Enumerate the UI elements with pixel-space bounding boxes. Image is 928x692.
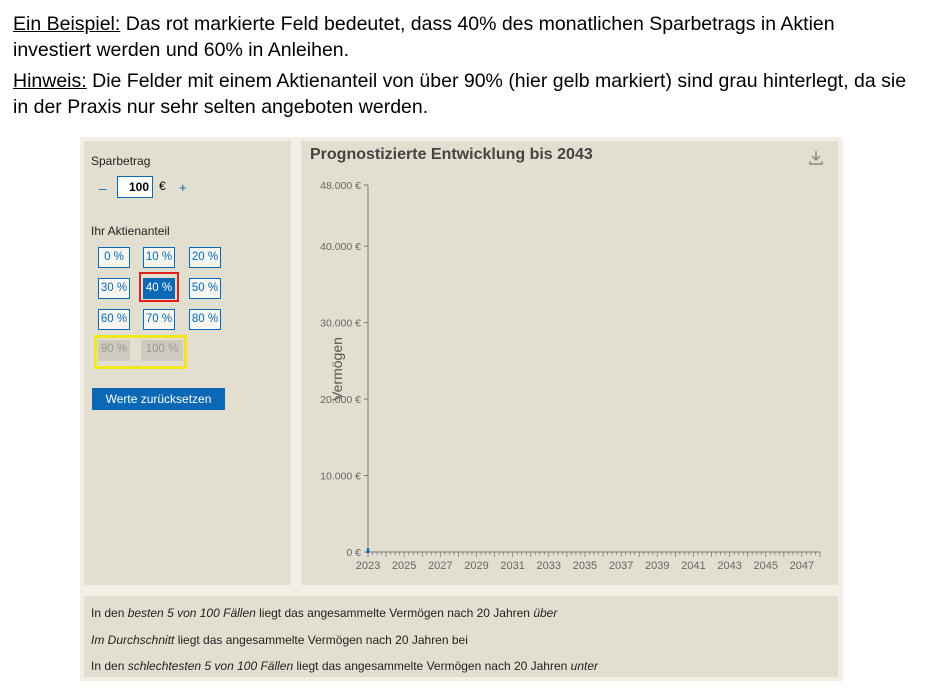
share-button-60[interactable]: 60 % — [98, 309, 130, 330]
example-paragraph: Ein Beispiel: Das rot markierte Feld bed… — [13, 11, 918, 63]
reset-values-button[interactable]: Werte zurücksetzen — [92, 388, 225, 410]
red-highlight-marker — [139, 272, 179, 302]
worst-case-line: In den schlechtesten 5 von 100 Fällen li… — [91, 659, 598, 673]
y-tick-label: 0 € — [346, 547, 361, 559]
result-summary: In den besten 5 von 100 Fällen liegt das… — [84, 596, 838, 677]
best-case-line: In den besten 5 von 100 Fällen liegt das… — [91, 606, 557, 620]
average-case-text-b: liegt das angesammelte Vermögen nach 20 … — [174, 633, 468, 647]
increase-amount-button[interactable]: + — [179, 180, 187, 195]
y-tick-label: 48.000 € — [320, 180, 361, 192]
note-body: Die Felder mit einem Aktienanteil von üb… — [13, 70, 907, 118]
x-tick-label: 2023 — [356, 560, 380, 572]
explanation-text: Ein Beispiel: Das rot markierte Feld bed… — [13, 11, 918, 125]
x-tick-label: 2043 — [717, 560, 741, 572]
forecast-chart: 0 € 10.000 € 20.000 € 30.000 € 40.000 € 48.00… — [320, 180, 821, 572]
best-case-text-b: besten 5 von 100 Fällen — [127, 606, 256, 620]
forecast-chart-panel: Prognostizierte Entwicklung bis 2043 Ver… — [301, 141, 838, 585]
decrease-amount-button[interactable]: – — [99, 181, 106, 196]
average-case-text-a: Im Durchschnitt — [91, 633, 175, 647]
sparbetrag-label: Sparbetrag — [91, 154, 151, 168]
x-tick-label: 2041 — [681, 560, 705, 572]
x-tick-label: 2037 — [609, 560, 633, 572]
x-tick-label: 2035 — [573, 560, 597, 572]
share-button-70[interactable]: 70 % — [143, 309, 175, 330]
x-tick-label: 2029 — [464, 560, 488, 572]
y-tick-label: 40.000 € — [320, 241, 361, 253]
y-tick-label: 30.000 € — [320, 318, 361, 330]
x-tick-label: 2039 — [645, 560, 669, 572]
amount-input[interactable]: 100 — [117, 176, 153, 198]
average-case-line: Im Durchschnitt liegt das angesammelte V… — [91, 633, 468, 647]
y-tick-label: 10.000 € — [320, 471, 361, 483]
aktienanteil-label: Ihr Aktienanteil — [91, 224, 170, 238]
savings-calculator: Sparbetrag – 100 € + Ihr Aktienanteil 0 … — [80, 137, 843, 681]
y-tick-label: 20.000 € — [320, 394, 361, 406]
best-case-text-a: In den — [91, 606, 128, 620]
share-button-20[interactable]: 20 % — [189, 247, 221, 268]
example-lead: Ein Beispiel: — [13, 13, 121, 35]
share-button-80[interactable]: 80 % — [189, 309, 221, 330]
best-case-text-d: über — [533, 606, 558, 620]
x-tick-label: 2033 — [537, 560, 561, 572]
settings-panel: Sparbetrag – 100 € + Ihr Aktienanteil 0 … — [84, 141, 291, 585]
worst-case-text-d: unter — [570, 659, 599, 673]
x-tick-label: 2025 — [392, 560, 416, 572]
example-body: Das rot markierte Feld bedeutet, dass 40… — [13, 13, 835, 61]
x-tick-label: 2047 — [790, 560, 814, 572]
currency-label: € — [159, 179, 166, 193]
share-button-0[interactable]: 0 % — [98, 247, 130, 268]
x-tick-label: 2031 — [500, 560, 524, 572]
x-tick-label: 2045 — [754, 560, 778, 572]
share-button-50[interactable]: 50 % — [189, 278, 221, 299]
x-tick-label: 2027 — [428, 560, 452, 572]
share-button-30[interactable]: 30 % — [98, 278, 130, 299]
note-paragraph: Hinweis: Die Felder mit einem Aktienante… — [13, 68, 918, 120]
share-button-10[interactable]: 10 % — [143, 247, 175, 268]
worst-case-text-a: In den — [91, 659, 128, 673]
worst-case-text-c: liegt das angesammelte Vermögen nach 20 … — [293, 659, 571, 673]
yellow-highlight-marker — [94, 335, 187, 369]
note-lead: Hinweis: — [13, 70, 87, 92]
best-case-text-c: liegt das angesammelte Vermögen nach 20 … — [255, 606, 534, 620]
worst-case-text-b: schlechtesten 5 von 100 Fällen — [127, 659, 294, 673]
